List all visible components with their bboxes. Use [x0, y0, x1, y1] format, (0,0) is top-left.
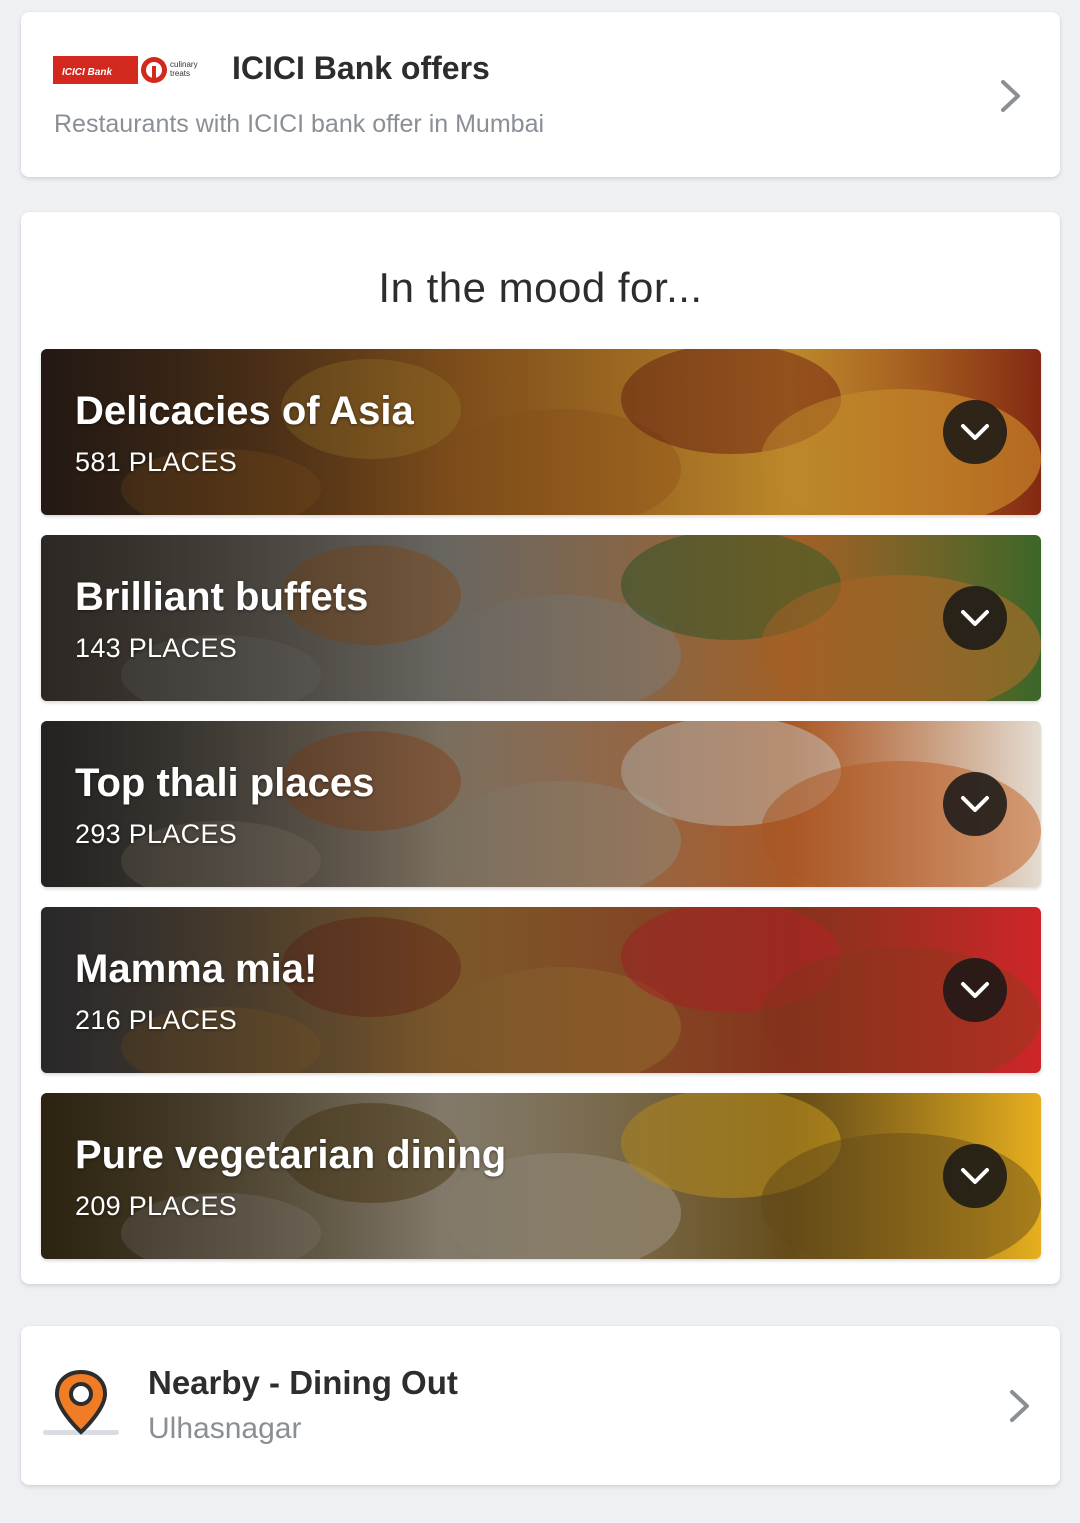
nearby-dining-card[interactable]: Nearby - Dining Out Ulhasnagar — [21, 1326, 1060, 1485]
svg-text:ICICI Bank: ICICI Bank — [62, 67, 112, 78]
svg-text:culinary: culinary — [170, 60, 198, 69]
expand-collection-button[interactable] — [943, 958, 1007, 1022]
collection-title: Mamma mia! — [75, 947, 318, 991]
collection-title: Pure vegetarian dining — [75, 1133, 507, 1177]
chevron-right-icon — [1010, 1390, 1029, 1422]
chevron-right-icon — [1001, 80, 1020, 112]
expand-collection-button[interactable] — [943, 1144, 1007, 1208]
svg-text:treats: treats — [170, 69, 190, 78]
collection-place-count: 581 PLACES — [75, 447, 238, 477]
nearby-location: Ulhasnagar — [148, 1412, 302, 1445]
expand-collection-button[interactable] — [943, 772, 1007, 836]
expand-collection-button[interactable] — [943, 400, 1007, 464]
collection-title: Top thali places — [75, 761, 375, 805]
collection-place-count: 293 PLACES — [75, 819, 238, 849]
collection-place-count: 216 PLACES — [75, 1005, 238, 1035]
location-pin-icon — [43, 1370, 119, 1435]
collection-tile[interactable]: Pure vegetarian dining 209 PLACES — [41, 1093, 1041, 1259]
nearby-title: Nearby - Dining Out — [148, 1364, 458, 1401]
collection-tile[interactable]: Mamma mia! 216 PLACES — [41, 907, 1041, 1073]
chevron-down-icon — [961, 424, 989, 440]
collection-title: Brilliant buffets — [75, 575, 369, 619]
collection-place-count: 143 PLACES — [75, 633, 238, 663]
bank-offers-title: ICICI Bank offers — [232, 50, 490, 86]
collection-tile[interactable]: Top thali places 293 PLACES — [41, 721, 1041, 887]
chevron-down-icon — [961, 796, 989, 812]
icici-culinary-treats-logo: ICICI Bank culinary treats — [53, 56, 198, 84]
collection-tile[interactable]: Delicacies of Asia 581 PLACES — [41, 349, 1041, 515]
chevron-down-icon — [961, 610, 989, 626]
mood-collections-card: In the mood for... Delicacies of Asia 581… — [21, 212, 1060, 1284]
chevron-down-icon — [961, 1168, 989, 1184]
chevron-down-icon — [961, 982, 989, 998]
bank-offers-subtitle: Restaurants with ICICI bank offer in Mum… — [54, 110, 545, 138]
collection-place-count: 209 PLACES — [75, 1191, 238, 1221]
collection-title: Delicacies of Asia — [75, 389, 414, 433]
mood-heading: In the mood for... — [378, 264, 703, 311]
expand-collection-button[interactable] — [943, 586, 1007, 650]
bank-offers-card[interactable]: ICICI Bank culinary treats ICICI Bank of… — [21, 12, 1060, 177]
collection-tile[interactable]: Brilliant buffets 143 PLACES — [41, 535, 1041, 701]
